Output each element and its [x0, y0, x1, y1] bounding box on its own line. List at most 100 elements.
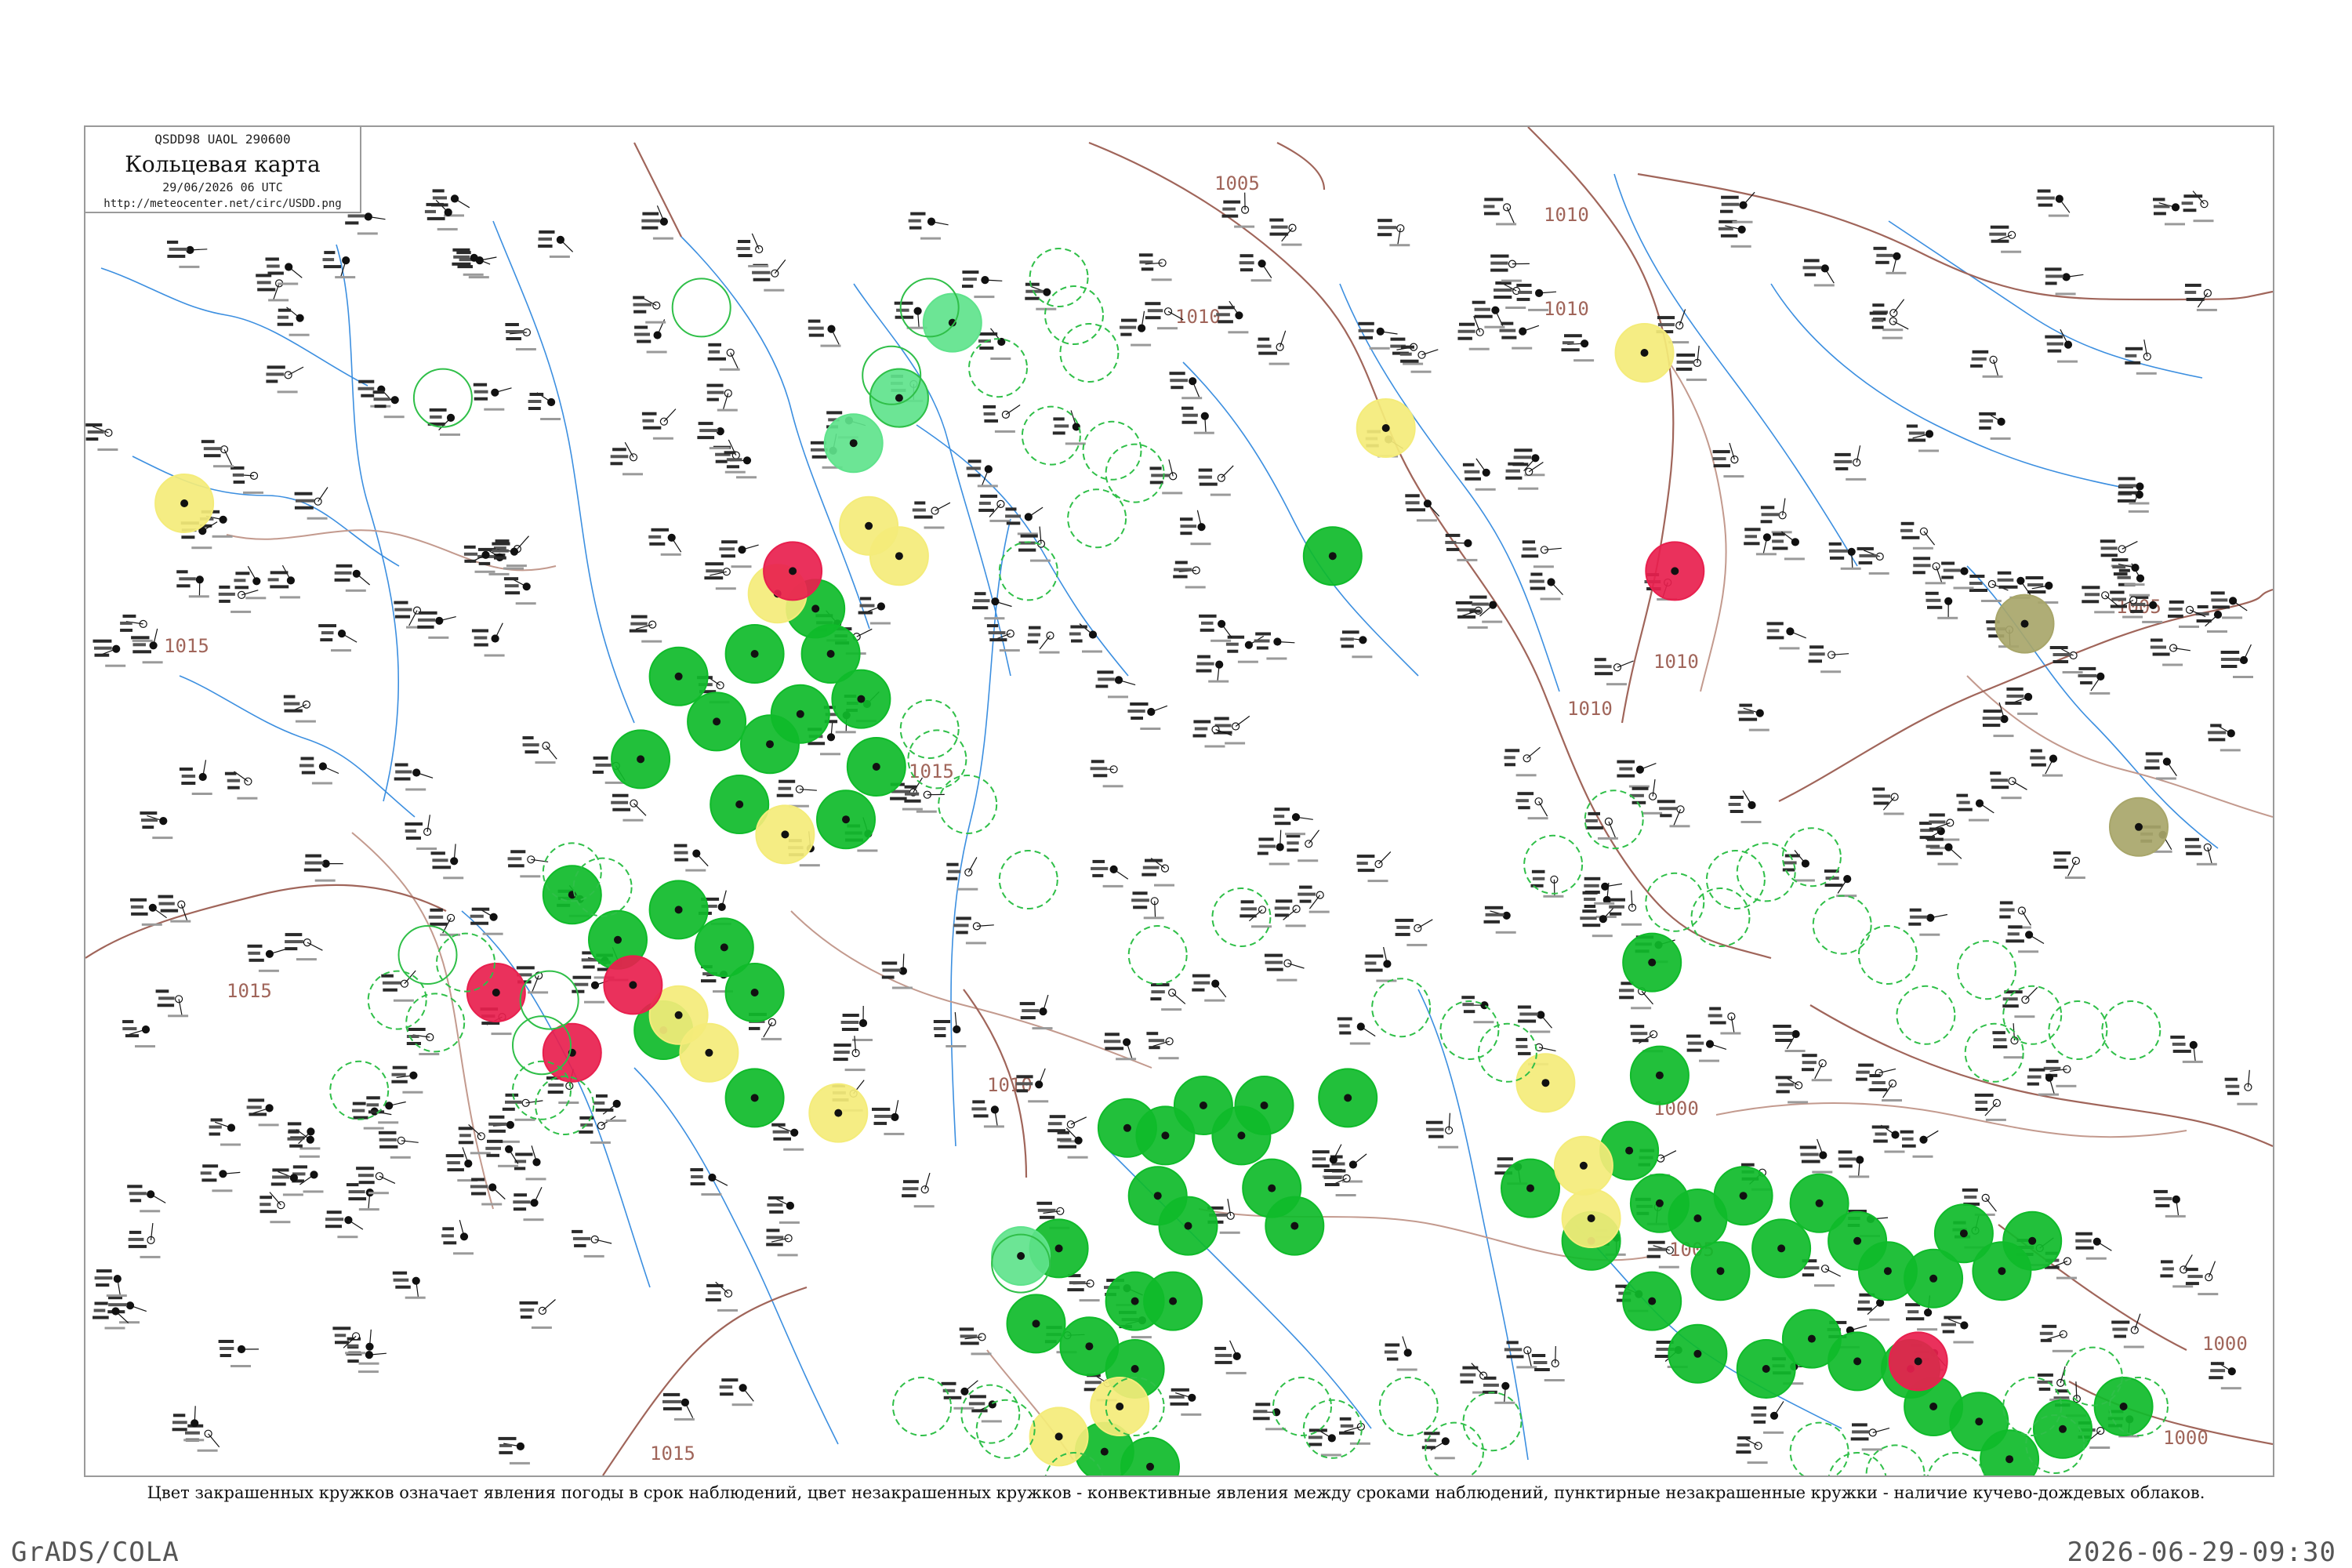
station-marker: [1149, 459, 1183, 495]
station-marker: [347, 1329, 379, 1365]
station-marker: [771, 1123, 804, 1151]
isobar-line: [1276, 142, 1326, 191]
station-marker: [610, 441, 643, 476]
station-dot: [180, 499, 189, 507]
station-marker: [287, 1129, 320, 1158]
station-dot: [826, 650, 835, 658]
station-marker: [1069, 623, 1102, 653]
station-marker: [131, 628, 163, 664]
dashed-cb-circle: [1927, 1452, 1986, 1475]
station-marker: [633, 319, 667, 354]
station-dot: [2005, 1455, 2014, 1464]
station-dot: [1290, 1221, 1299, 1230]
isobar-label: 1015: [227, 980, 272, 1002]
station-dot: [1914, 1357, 1922, 1366]
station-marker: [528, 392, 561, 420]
station-marker: [2207, 724, 2241, 752]
station-marker: [372, 390, 405, 419]
station-marker: [1974, 1093, 2006, 1121]
station-marker: [1531, 1345, 1565, 1381]
station-marker: [176, 570, 209, 598]
station-marker: [1221, 192, 1255, 228]
station-dot: [1169, 1297, 1178, 1305]
station-marker: [971, 1100, 1004, 1128]
station-marker: [902, 1172, 935, 1208]
station-marker: [1999, 901, 2031, 929]
station-marker: [2181, 191, 2214, 223]
station-dot: [872, 763, 880, 771]
station-marker: [277, 307, 310, 336]
dashed-cb-circle: [1789, 1421, 1849, 1475]
dashed-cb-circle: [1828, 1452, 1887, 1475]
station-marker: [2005, 687, 2038, 715]
station-marker: [962, 270, 1003, 299]
station-marker: [1941, 561, 1974, 590]
isobar-label: 1005: [1214, 172, 1260, 194]
station-dot: [1853, 1357, 1862, 1366]
station-dot: [1381, 424, 1390, 432]
station-marker: [2078, 666, 2111, 695]
station-dot: [766, 740, 774, 749]
station-marker: [2030, 749, 2063, 777]
station-marker: [2039, 1324, 2073, 1352]
station-marker: [538, 230, 574, 258]
station-marker: [85, 423, 118, 451]
station-marker: [840, 1005, 873, 1041]
station-dot: [1526, 1184, 1534, 1192]
station-marker: [1869, 311, 1909, 339]
dashed-cb-circle: [1896, 985, 1956, 1045]
dashed-cb-circle: [938, 775, 998, 834]
station-marker: [502, 1093, 543, 1121]
station-marker: [808, 319, 841, 347]
station-marker: [505, 323, 536, 350]
isobar-line: [85, 884, 447, 959]
station-marker: [1989, 225, 2022, 253]
station-marker: [2220, 644, 2253, 678]
station-marker: [405, 815, 437, 850]
station-marker: [1775, 1076, 1809, 1104]
station-marker: [1198, 465, 1234, 496]
station-marker: [266, 365, 304, 394]
station-marker: [1712, 442, 1744, 478]
station-marker: [128, 1223, 161, 1258]
station-marker: [978, 328, 1011, 360]
station-marker: [908, 212, 949, 240]
station-marker: [498, 1436, 530, 1465]
station-marker: [1675, 345, 1707, 381]
station-dot: [1777, 1244, 1786, 1253]
dashed-cb-circle: [535, 1076, 595, 1135]
station-marker: [1782, 850, 1815, 882]
station-marker: [766, 1229, 798, 1257]
station-dot: [629, 981, 637, 989]
station-marker: [122, 1020, 155, 1048]
station-marker: [633, 296, 666, 324]
station-marker: [283, 695, 316, 723]
isobar-label: 1015: [650, 1443, 695, 1465]
station-marker: [470, 907, 503, 935]
station-marker: [1364, 946, 1397, 982]
station-dot: [1116, 1403, 1124, 1410]
dashed-cb-circle: [1105, 443, 1165, 503]
station-marker: [185, 1424, 220, 1452]
station-marker: [1772, 531, 1805, 561]
station-marker: [1908, 908, 1948, 936]
station-marker: [1150, 983, 1186, 1011]
station-marker: [912, 501, 951, 529]
station-dot: [1648, 1297, 1657, 1305]
station-marker: [1838, 1150, 1870, 1178]
station-marker: [2184, 283, 2217, 311]
station-dot: [1671, 567, 1679, 575]
station-dot: [1883, 1267, 1892, 1276]
station-marker: [2224, 1069, 2258, 1105]
station-marker: [1808, 645, 1849, 673]
river: [179, 675, 416, 818]
station-marker: [2053, 851, 2085, 879]
station-marker: [2209, 1362, 2241, 1390]
station-marker: [767, 1196, 800, 1224]
dashed-cb-circle: [1957, 940, 2016, 1000]
station-dot: [857, 695, 866, 703]
station-marker: [267, 564, 300, 599]
station-marker: [1499, 321, 1540, 350]
isobar-label: 1010: [1544, 204, 1589, 226]
station-marker: [736, 233, 769, 267]
